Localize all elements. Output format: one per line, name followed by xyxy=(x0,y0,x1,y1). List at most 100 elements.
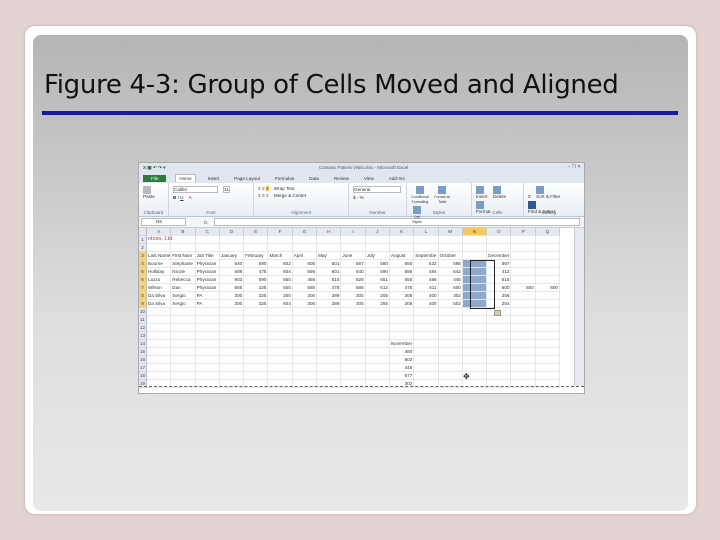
cell-f1[interactable] xyxy=(268,236,293,244)
cell-q9[interactable] xyxy=(535,300,561,308)
cell-a5[interactable]: Holliday xyxy=(147,268,172,276)
tab-formulas[interactable]: Formulas xyxy=(272,175,297,182)
cell-o17[interactable] xyxy=(487,364,512,372)
cell-p3[interactable] xyxy=(511,252,536,260)
column-header-e[interactable]: E xyxy=(244,228,269,236)
cell-e15[interactable] xyxy=(244,348,269,356)
cell-j8[interactable]: 205 xyxy=(365,292,390,300)
cell-c5[interactable]: Physician xyxy=(195,268,220,276)
column-header-o[interactable]: O xyxy=(487,228,512,236)
cell-b15[interactable] xyxy=(171,348,196,356)
cell-e11[interactable] xyxy=(244,316,269,324)
worksheet-grid[interactable]: A B C D E F G H I J K L M N O P Q 1 ntoso, Ltd. 2 3 Last Name… xyxy=(139,228,561,388)
cell-c4[interactable]: Physician xyxy=(195,260,220,268)
cell-c14[interactable] xyxy=(195,340,220,348)
cell-k8[interactable]: 305 xyxy=(389,292,415,300)
cell-f17[interactable] xyxy=(268,364,293,372)
cell-f14[interactable] xyxy=(268,340,293,348)
cell-e9[interactable]: 325 xyxy=(244,300,269,308)
cell-j16[interactable] xyxy=(365,356,390,364)
cell-h15[interactable] xyxy=(317,348,342,356)
cell-o11[interactable] xyxy=(487,316,512,324)
cell-o12[interactable] xyxy=(487,324,512,332)
cell-g7[interactable]: 580 xyxy=(292,284,318,292)
column-header-a[interactable]: A xyxy=(147,228,172,236)
row-header-11[interactable]: 11 xyxy=(139,316,147,324)
cell-g9[interactable]: 300 xyxy=(292,300,318,308)
cell-o2[interactable] xyxy=(487,244,512,252)
tab-home[interactable]: Home xyxy=(175,174,196,182)
cell-o13[interactable] xyxy=(487,332,512,340)
cell-q12[interactable] xyxy=(535,324,561,332)
cell-q7[interactable]: 600 xyxy=(535,284,561,292)
cell-o3[interactable]: December xyxy=(487,252,512,260)
cell-b8[interactable]: Sergio xyxy=(171,292,196,300)
column-header-g[interactable]: G xyxy=(292,228,318,236)
cell-l16[interactable] xyxy=(414,356,439,364)
cell-n13[interactable] xyxy=(462,332,488,340)
cell-o15[interactable] xyxy=(487,348,512,356)
cell-m13[interactable] xyxy=(438,332,463,340)
cell-i14[interactable] xyxy=(341,340,366,348)
cell-k15[interactable]: 480 xyxy=(389,348,415,356)
number-format-select[interactable]: General xyxy=(353,186,401,193)
cell-m15[interactable] xyxy=(438,348,463,356)
tab-page-layout[interactable]: Page Layout xyxy=(231,175,263,182)
cell-c9[interactable]: PA xyxy=(195,300,220,308)
cell-a17[interactable] xyxy=(147,364,172,372)
cell-k7[interactable]: 475 xyxy=(389,284,415,292)
cell-b12[interactable] xyxy=(171,324,196,332)
cell-j14[interactable] xyxy=(365,340,390,348)
cell-f15[interactable] xyxy=(268,348,293,356)
cell-h11[interactable] xyxy=(317,316,342,324)
cell-i11[interactable] xyxy=(341,316,366,324)
cell-styles-button[interactable]: Cell Styles xyxy=(411,206,423,224)
cell-i3[interactable]: June xyxy=(341,252,366,260)
column-header-c[interactable]: C xyxy=(195,228,220,236)
cell-c13[interactable] xyxy=(195,332,220,340)
cell-d18[interactable] xyxy=(219,372,245,380)
cell-m9[interactable]: 502 xyxy=(438,300,463,308)
column-header-l[interactable]: L xyxy=(414,228,439,236)
cell-k2[interactable] xyxy=(389,244,415,252)
cell-a4[interactable]: Bourne xyxy=(147,260,172,268)
cell-a12[interactable] xyxy=(147,324,172,332)
font-name-select[interactable]: Calibri xyxy=(173,186,218,193)
column-header-p[interactable]: P xyxy=(511,228,536,236)
cell-l11[interactable] xyxy=(414,316,439,324)
cell-p15[interactable] xyxy=(511,348,536,356)
cell-c3[interactable]: Job Title xyxy=(195,252,220,260)
cell-a18[interactable] xyxy=(147,372,172,380)
cell-e18[interactable] xyxy=(244,372,269,380)
cell-o14[interactable] xyxy=(487,340,512,348)
cell-g15[interactable] xyxy=(292,348,318,356)
row-header-15[interactable]: 15 xyxy=(139,348,147,356)
cell-n15[interactable] xyxy=(462,348,488,356)
cell-c12[interactable] xyxy=(195,324,220,332)
cell-f5[interactable]: 604 xyxy=(268,268,293,276)
cell-a8[interactable]: Da Silva xyxy=(147,292,172,300)
cell-b2[interactable] xyxy=(171,244,196,252)
cell-c10[interactable] xyxy=(195,308,220,316)
cell-a14[interactable] xyxy=(147,340,172,348)
cell-j2[interactable] xyxy=(365,244,390,252)
cell-i1[interactable] xyxy=(341,236,366,244)
column-header-h[interactable]: H xyxy=(317,228,342,236)
cell-h17[interactable] xyxy=(317,364,342,372)
sort-filter-button[interactable]: Sort & Filter xyxy=(536,186,560,199)
row-header-14[interactable]: 14 xyxy=(139,340,147,348)
align-buttons-2[interactable]: ≡ ≡ ≡ xyxy=(258,193,269,198)
cell-m11[interactable] xyxy=(438,316,463,324)
cell-b3[interactable]: First Nam xyxy=(171,252,196,260)
cell-e7[interactable]: 325 xyxy=(244,284,269,292)
cell-b1[interactable] xyxy=(171,236,196,244)
cell-m4[interactable]: 598 xyxy=(438,260,463,268)
cell-g5[interactable]: 595 xyxy=(292,268,318,276)
cell-m7[interactable]: 600 xyxy=(438,284,463,292)
cell-q2[interactable] xyxy=(535,244,561,252)
align-buttons[interactable]: ≡ ≡ ≡ xyxy=(258,186,269,191)
cell-d1[interactable] xyxy=(219,236,245,244)
cell-g6[interactable]: 455 xyxy=(292,276,318,284)
cell-c17[interactable] xyxy=(195,364,220,372)
currency-button[interactable]: $ - % xyxy=(353,195,364,200)
